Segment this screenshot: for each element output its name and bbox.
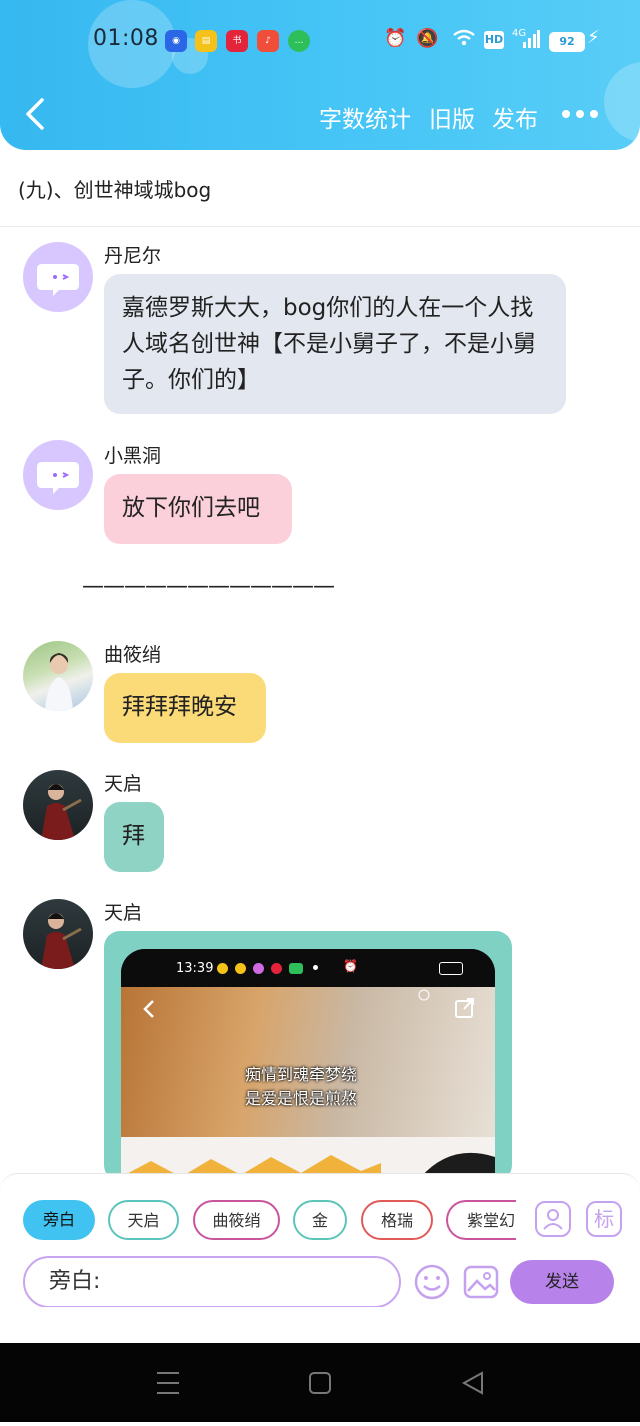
app-dot-icon bbox=[271, 963, 282, 974]
avatar[interactable] bbox=[23, 770, 93, 840]
photo-avatar bbox=[41, 784, 82, 840]
photo-avatar bbox=[41, 913, 82, 969]
app-dot-icon bbox=[289, 963, 303, 974]
screenshot-status-bar: 13:39 ⏰ bbox=[121, 949, 495, 987]
charging-icon: ⚡ bbox=[587, 27, 600, 48]
mark-button[interactable]: 标 bbox=[586, 1201, 622, 1237]
back-triangle-icon[interactable] bbox=[461, 1371, 483, 1395]
wifi-icon bbox=[452, 28, 476, 53]
narration-separator[interactable]: ———————————— bbox=[82, 574, 335, 599]
header-decoration bbox=[604, 62, 640, 142]
system-nav-bar bbox=[0, 1343, 640, 1422]
mute-icon: 🔕 bbox=[416, 28, 439, 49]
hd-icon: HD bbox=[484, 31, 504, 49]
chapter-title[interactable]: (九)、创世神域城bog bbox=[18, 174, 211, 203]
image-message[interactable]: 13:39 ⏰ 痴情到魂牵梦绕 是爱是恨是煎熬 bbox=[104, 931, 512, 1181]
menu-icon[interactable] bbox=[157, 1372, 179, 1394]
avatar[interactable] bbox=[23, 440, 93, 510]
person-card-icon[interactable] bbox=[535, 1201, 571, 1237]
word-count-button[interactable]: 字数统计 bbox=[319, 100, 411, 134]
message-bubble[interactable]: 拜拜拜晚安 bbox=[104, 673, 266, 743]
baidu-app-icon: ◉ bbox=[165, 30, 187, 52]
avatar[interactable] bbox=[23, 641, 93, 711]
battery-icon bbox=[439, 962, 463, 975]
app-dot-icon bbox=[253, 963, 264, 974]
chevron-left-icon[interactable] bbox=[22, 96, 52, 132]
battery-indicator: 92 bbox=[549, 32, 585, 52]
video-caption: 痴情到魂牵梦绕 bbox=[245, 1065, 358, 1084]
video-caption: 是爱是恨是煎熬 bbox=[245, 1089, 358, 1108]
image-icon[interactable] bbox=[462, 1263, 500, 1301]
more-dots-icon[interactable] bbox=[562, 110, 598, 120]
chat-bubble-avatar-icon bbox=[37, 264, 79, 296]
message-bubble[interactable]: 放下你们去吧 bbox=[104, 474, 292, 544]
home-icon[interactable] bbox=[309, 1372, 331, 1394]
avatar[interactable] bbox=[23, 899, 93, 969]
notes-app-icon: ▤ bbox=[195, 30, 217, 52]
character-chip[interactable]: 天启 bbox=[108, 1200, 179, 1240]
sender-name: 天启 bbox=[104, 773, 143, 795]
publish-button[interactable]: 发布 bbox=[492, 100, 538, 134]
spacer bbox=[0, 1307, 640, 1343]
sender-name: 曲筱绡 bbox=[104, 644, 162, 666]
app-dot-icon bbox=[235, 963, 246, 974]
status-bar: 01:08 ◉ ▤ 书 ♪ … ⏰ 🔕 HD 4G 92 ⚡ bbox=[0, 20, 640, 64]
photo-avatar bbox=[45, 653, 73, 711]
character-chip-narrator[interactable]: 旁白 bbox=[23, 1200, 95, 1240]
sender-name: 天启 bbox=[104, 902, 143, 924]
status-time: 01:08 bbox=[93, 26, 159, 51]
send-button[interactable]: 发送 bbox=[510, 1260, 614, 1304]
music-app-icon: ♪ bbox=[257, 30, 279, 52]
divider bbox=[0, 226, 640, 227]
character-chip[interactable]: 格瑞 bbox=[361, 1200, 433, 1240]
signal-icon bbox=[522, 30, 540, 53]
sender-name: 小黑洞 bbox=[104, 445, 162, 467]
alarm-icon: ⏰ bbox=[343, 959, 358, 973]
character-chip[interactable]: 紫堂幻 bbox=[446, 1200, 516, 1240]
message-input[interactable]: 旁白: bbox=[23, 1256, 401, 1308]
avatar[interactable] bbox=[23, 242, 93, 312]
sender-name: 丹尼尔 bbox=[104, 245, 162, 267]
app-header: 01:08 ◉ ▤ 书 ♪ … ⏰ 🔕 HD 4G 92 ⚡ 字数统计 旧版 发… bbox=[0, 0, 640, 150]
character-chip[interactable]: 金 bbox=[293, 1200, 347, 1240]
character-chip[interactable]: 曲筱绡 bbox=[193, 1200, 280, 1240]
screenshot-time: 13:39 bbox=[176, 961, 214, 976]
alarm-icon: ⏰ bbox=[384, 28, 407, 49]
screenshot-image: 13:39 ⏰ 痴情到魂牵梦绕 是爱是恨是煎熬 bbox=[121, 949, 495, 1181]
character-chip-clip: 紫堂幻 bbox=[446, 1200, 516, 1240]
message-bubble[interactable]: 嘉德罗斯大大，bog你们的人在一个人找人域名创世神【不是小舅子了，不是小舅子。你… bbox=[104, 274, 566, 414]
old-version-button[interactable]: 旧版 bbox=[429, 100, 475, 134]
app-dot-icon bbox=[217, 963, 228, 974]
emoji-icon[interactable] bbox=[413, 1263, 451, 1301]
dot-icon bbox=[313, 965, 318, 970]
chat-bubble-avatar-icon bbox=[37, 462, 79, 494]
xiaohongshu-app-icon: 书 bbox=[226, 30, 248, 52]
chat-app-icon: … bbox=[288, 30, 310, 52]
message-bubble[interactable]: 拜 bbox=[104, 802, 164, 872]
video-frame: 痴情到魂牵梦绕 是爱是恨是煎熬 bbox=[121, 987, 495, 1137]
